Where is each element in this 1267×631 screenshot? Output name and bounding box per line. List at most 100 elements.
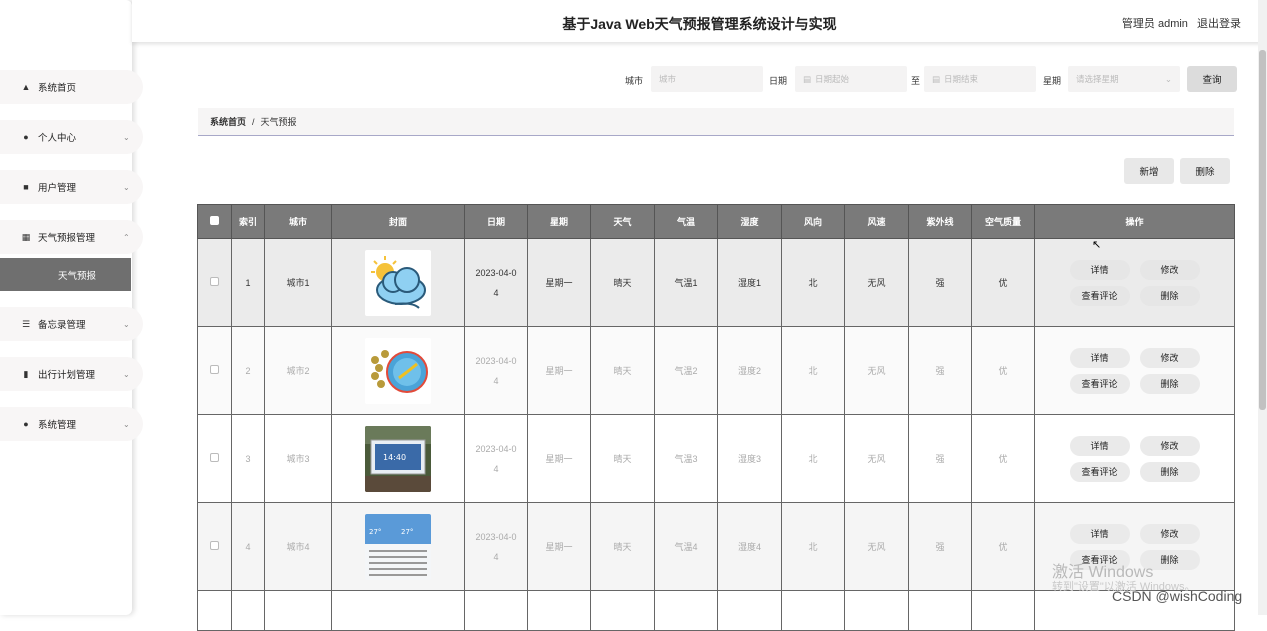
cell-wind-speed: 无风 bbox=[844, 414, 909, 503]
column-header: 城市 bbox=[264, 204, 332, 239]
date-start-input[interactable]: ▤ 日期起始 bbox=[795, 66, 907, 92]
sidebar-item-label: 个人中心 bbox=[38, 133, 77, 144]
cell-temp: 气温3 bbox=[654, 414, 718, 503]
cell-wind-dir: 北 bbox=[781, 414, 845, 503]
detail-button[interactable]: 详情 bbox=[1069, 435, 1130, 456]
svg-text:27°: 27° bbox=[401, 528, 413, 536]
date-end-placeholder: 日期结束 bbox=[944, 74, 979, 84]
cell-city: 城市2 bbox=[264, 326, 332, 415]
cell-uv: 强 bbox=[908, 326, 972, 415]
cell-date: 2023-04-0 4 bbox=[464, 502, 528, 591]
page-title: 基于Java Web天气预报管理系统设计与实现 bbox=[562, 16, 837, 32]
column-header: 天气 bbox=[590, 204, 655, 239]
add-button[interactable]: 新增 bbox=[1124, 158, 1174, 184]
chat-icon: ■ bbox=[23, 182, 29, 192]
cell-uv: 强 bbox=[908, 502, 972, 591]
edit-button[interactable]: 修改 bbox=[1139, 259, 1200, 280]
cell-weather bbox=[590, 590, 655, 631]
cell-ops: 详情 修改 查看评论 删除 bbox=[1034, 238, 1235, 327]
cell-week bbox=[527, 590, 591, 631]
date-end-input[interactable]: ▤ 日期结束 bbox=[924, 66, 1036, 92]
row-checkbox[interactable] bbox=[197, 414, 232, 503]
breadcrumb-home[interactable]: 系统首页 bbox=[210, 115, 246, 128]
vertical-scrollbar[interactable] bbox=[1258, 0, 1267, 615]
cell-wind-dir: 北 bbox=[781, 502, 845, 591]
breadcrumb-current: 天气预报 bbox=[260, 117, 297, 127]
row-checkbox[interactable] bbox=[197, 238, 232, 327]
sidebar-item-label: 天气预报管理 bbox=[38, 233, 96, 244]
chevron-down-icon: ⌄ bbox=[1164, 73, 1172, 84]
cell-city: 城市1 bbox=[264, 238, 332, 327]
detail-button[interactable]: 详情 bbox=[1069, 259, 1130, 280]
cell-city bbox=[264, 590, 332, 631]
edit-button[interactable]: 修改 bbox=[1139, 523, 1200, 544]
cell-city: 城市3 bbox=[264, 414, 332, 503]
logout-link[interactable]: 退出登录 bbox=[1197, 18, 1241, 30]
cell-cover: 14:40 bbox=[331, 414, 465, 503]
week-label: 星期 bbox=[1043, 76, 1062, 86]
sidebar-item-memo[interactable]: ☰ 备忘录管理 ⌄ bbox=[0, 307, 143, 341]
week-select[interactable]: 请选择星期 ⌄ bbox=[1068, 66, 1180, 92]
select-all-checkbox[interactable] bbox=[197, 204, 232, 239]
column-header: 风向 bbox=[781, 204, 845, 239]
edit-button[interactable]: 修改 bbox=[1139, 435, 1200, 456]
cell-wind-dir: 北 bbox=[781, 326, 845, 415]
comments-button[interactable]: 查看评论 bbox=[1069, 461, 1130, 482]
chart-icon: ▮ bbox=[23, 368, 29, 379]
cover-image: 14:40 bbox=[365, 425, 431, 492]
column-header: 空气质量 bbox=[971, 204, 1035, 239]
row-delete-button[interactable]: 删除 bbox=[1139, 461, 1200, 482]
cell-temp: 气温1 bbox=[654, 238, 718, 327]
sidebar-item-label: 用户管理 bbox=[38, 183, 77, 194]
cell-temp: 气温4 bbox=[654, 502, 718, 591]
column-header: 湿度 bbox=[717, 204, 782, 239]
cell-ops: 详情 修改 查看评论 删除 bbox=[1034, 326, 1235, 415]
user-label: 管理员 admin bbox=[1121, 18, 1188, 30]
sidebar-item-system[interactable]: ● 系统管理 ⌄ bbox=[0, 407, 143, 441]
sidebar-item-travel[interactable]: ▮ 出行计划管理 ⌄ bbox=[0, 357, 143, 391]
cell-air: 优 bbox=[971, 502, 1035, 591]
cover-image bbox=[365, 337, 431, 404]
row-checkbox[interactable] bbox=[197, 502, 232, 591]
sidebar-subitem-weather-forecast[interactable]: 天气预报 bbox=[0, 258, 131, 291]
cell-weather: 晴天 bbox=[590, 326, 655, 415]
cell-date: 2023-04-0 4 bbox=[464, 326, 528, 415]
svg-text:27°: 27° bbox=[369, 528, 381, 536]
row-checkbox[interactable] bbox=[197, 590, 232, 631]
scrollbar-thumb[interactable] bbox=[1259, 50, 1266, 410]
row-checkbox[interactable] bbox=[197, 326, 232, 415]
column-header: 日期 bbox=[464, 204, 528, 239]
calendar-icon: ▤ bbox=[803, 73, 812, 84]
cell-cover bbox=[331, 238, 465, 327]
detail-button[interactable]: 详情 bbox=[1069, 347, 1130, 368]
sidebar-item-personal[interactable]: ● 个人中心 ⌄ bbox=[0, 120, 143, 154]
cell-uv: 强 bbox=[908, 414, 972, 503]
cell-humidity bbox=[717, 590, 782, 631]
comments-button[interactable]: 查看评论 bbox=[1069, 373, 1130, 394]
edit-button[interactable]: 修改 bbox=[1139, 347, 1200, 368]
cell-cover bbox=[331, 590, 465, 631]
column-header: 封面 bbox=[331, 204, 465, 239]
column-header: 操作 bbox=[1034, 204, 1235, 239]
query-button[interactable]: 查询 bbox=[1187, 66, 1237, 92]
date-label: 日期 bbox=[769, 76, 788, 86]
row-delete-button[interactable]: 删除 bbox=[1139, 285, 1200, 306]
city-input[interactable]: 城市 bbox=[651, 66, 763, 92]
chevron-down-icon: ⌄ bbox=[123, 182, 130, 192]
column-header: 风速 bbox=[844, 204, 909, 239]
sidebar-item-label: 出行计划管理 bbox=[38, 370, 96, 381]
cell-wind-speed: 无风 bbox=[844, 326, 909, 415]
sidebar-item-weather[interactable]: ▦ 天气预报管理 ⌃ bbox=[0, 220, 143, 254]
cell-week: 星期一 bbox=[527, 414, 591, 503]
cell-air bbox=[971, 590, 1035, 631]
row-delete-button[interactable]: 删除 bbox=[1139, 373, 1200, 394]
cell-city: 城市4 bbox=[264, 502, 332, 591]
sidebar-item-users[interactable]: ■ 用户管理 ⌄ bbox=[0, 170, 143, 204]
cell-index: 3 bbox=[231, 414, 265, 503]
cell-wind-dir: 北 bbox=[781, 238, 845, 327]
comments-button[interactable]: 查看评论 bbox=[1069, 285, 1130, 306]
delete-button[interactable]: 删除 bbox=[1180, 158, 1230, 184]
sidebar-item-home[interactable]: ▲ 系统首页 bbox=[0, 70, 143, 104]
detail-button[interactable]: 详情 bbox=[1069, 523, 1130, 544]
cell-week: 星期一 bbox=[527, 326, 591, 415]
